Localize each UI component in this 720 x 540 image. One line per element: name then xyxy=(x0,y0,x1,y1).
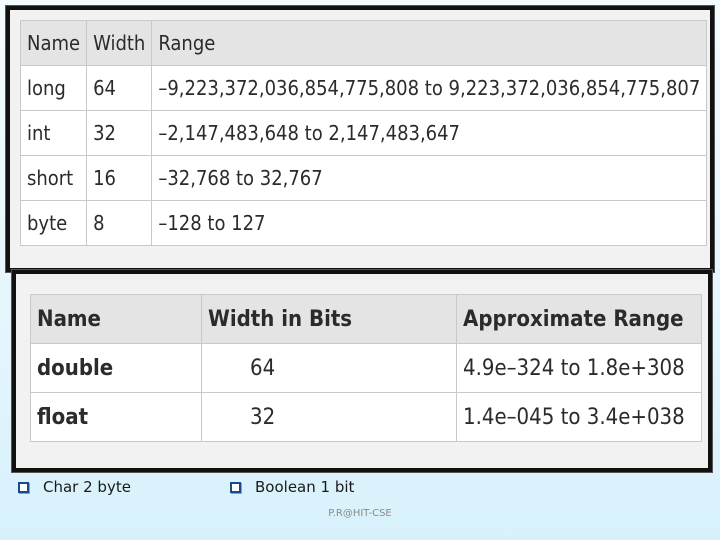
cell-width: 16 xyxy=(86,155,153,201)
cell-name: byte xyxy=(19,200,88,246)
floating-point-types-panel: Name Width in Bits Approximate Range dou… xyxy=(12,270,712,472)
column-header-width-in-bits: Width in Bits xyxy=(201,294,457,344)
cell-name: double xyxy=(30,343,202,393)
cell-range: 1.4e–045 to 3.4e+038 xyxy=(456,392,702,442)
cell-name: long xyxy=(19,65,88,111)
cell-range: –128 to 127 xyxy=(151,200,708,246)
integer-types-table: Name Width Range long 64 –9,223,372,036,… xyxy=(19,20,708,246)
column-header-range: Range xyxy=(151,20,708,66)
cell-width: 64 xyxy=(86,65,153,111)
table-header-row: Name Width in Bits Approximate Range xyxy=(30,294,702,344)
checkbox-bullet-icon xyxy=(18,481,29,493)
cell-range: –32,768 to 32,767 xyxy=(151,155,708,201)
slide-footer: P.R@HIT-CSE xyxy=(328,508,392,519)
table-row: long 64 –9,223,372,036,854,775,808 to 9,… xyxy=(19,65,708,111)
table-row: int 32 –2,147,483,648 to 2,147,483,647 xyxy=(19,110,708,156)
column-header-approximate-range: Approximate Range xyxy=(456,294,702,344)
note-text: Boolean 1 bit xyxy=(255,478,355,496)
table-row: float 32 1.4e–045 to 3.4e+038 xyxy=(30,392,702,442)
cell-width: 8 xyxy=(86,200,153,246)
note-char: Char 2 byte xyxy=(18,478,131,496)
column-header-width: Width xyxy=(86,20,153,66)
column-header-name: Name xyxy=(30,294,202,344)
cell-width: 64 xyxy=(201,343,457,393)
cell-width: 32 xyxy=(201,392,457,442)
cell-range: –9,223,372,036,854,775,808 to 9,223,372,… xyxy=(151,65,708,111)
cell-name: short xyxy=(19,155,88,201)
note-boolean: Boolean 1 bit xyxy=(230,478,354,496)
note-text: Char 2 byte xyxy=(43,478,131,496)
checkbox-bullet-icon xyxy=(230,481,241,493)
table-row: byte 8 –128 to 127 xyxy=(19,200,708,246)
table-header-row: Name Width Range xyxy=(19,20,708,66)
cell-width: 32 xyxy=(86,110,153,156)
cell-range: 4.9e–324 to 1.8e+308 xyxy=(456,343,702,393)
integer-types-panel: Name Width Range long 64 –9,223,372,036,… xyxy=(6,6,714,272)
floating-point-types-table: Name Width in Bits Approximate Range dou… xyxy=(30,294,702,442)
cell-name: float xyxy=(30,392,202,442)
table-row: double 64 4.9e–324 to 1.8e+308 xyxy=(30,343,702,393)
table-row: short 16 –32,768 to 32,767 xyxy=(19,155,708,201)
cell-range: –2,147,483,648 to 2,147,483,647 xyxy=(151,110,708,156)
column-header-name: Name xyxy=(19,20,88,66)
cell-name: int xyxy=(19,110,88,156)
